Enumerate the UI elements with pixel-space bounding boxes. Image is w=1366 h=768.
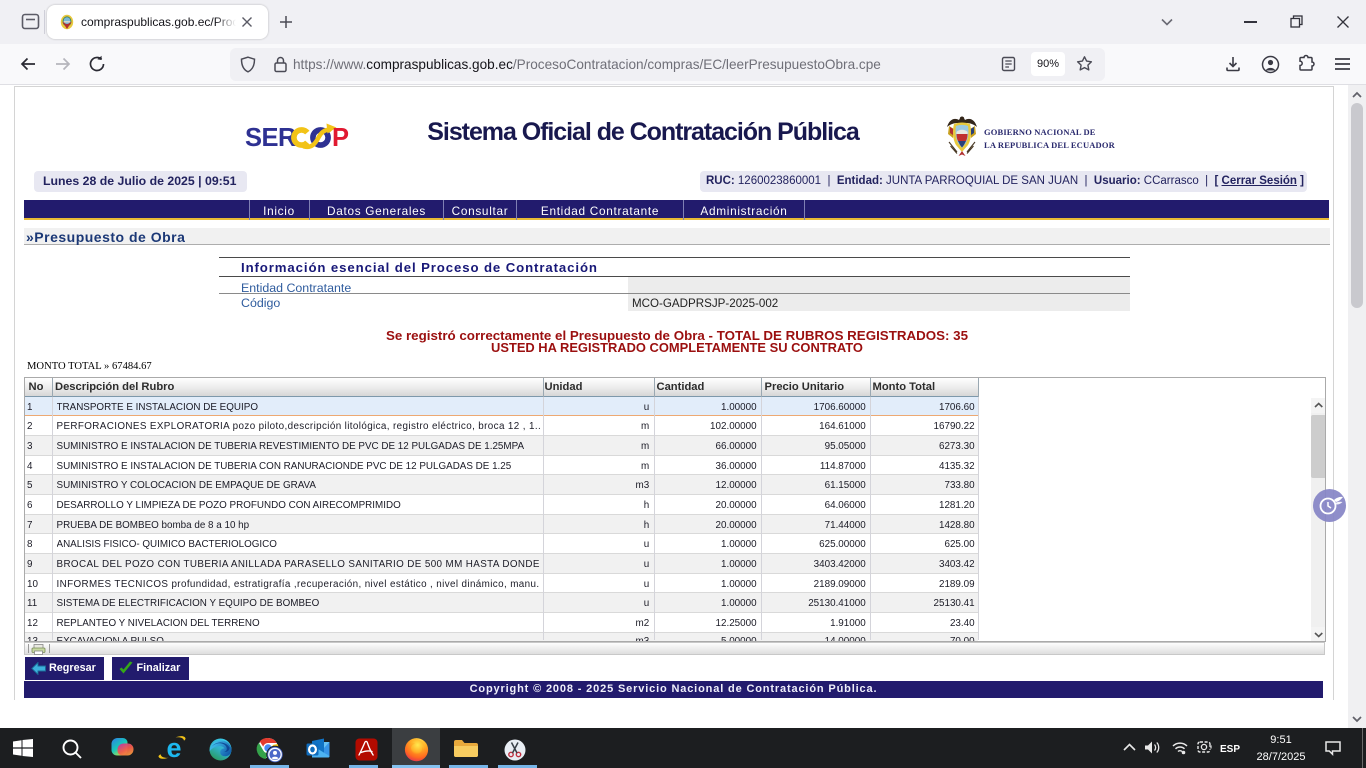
svg-text:SER: SER [245,124,296,152]
svg-text:P: P [332,124,349,152]
